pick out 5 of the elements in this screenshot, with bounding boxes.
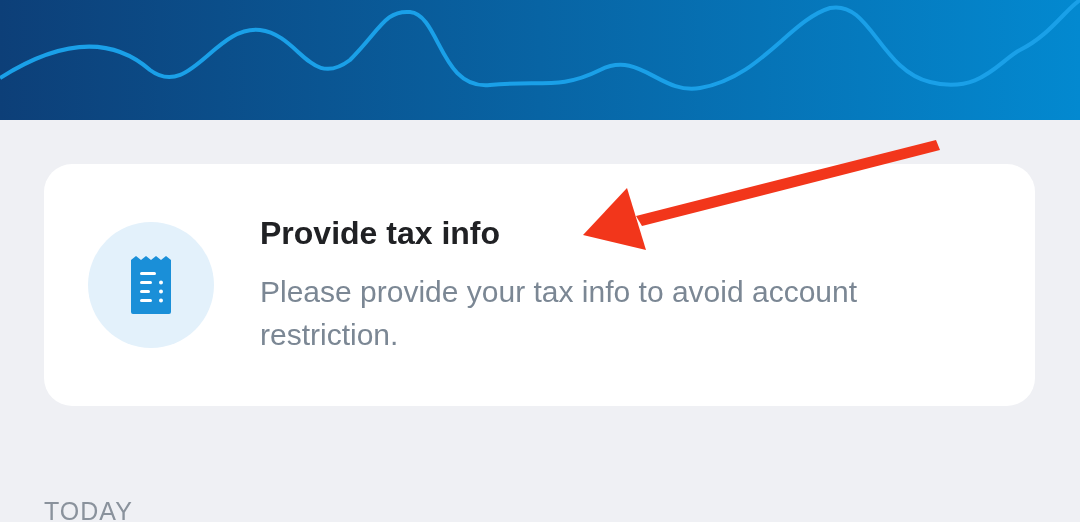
- section-label: TODAY: [44, 497, 133, 522]
- card-description: Please provide your tax info to avoid account restriction.: [260, 274, 859, 353]
- card-title: Provide tax info: [260, 214, 502, 252]
- notice-card[interactable]: Provide tax info Please provide your tax info to avoid account restriction.: [44, 164, 1035, 406]
- receipt-icon: [131, 256, 171, 314]
